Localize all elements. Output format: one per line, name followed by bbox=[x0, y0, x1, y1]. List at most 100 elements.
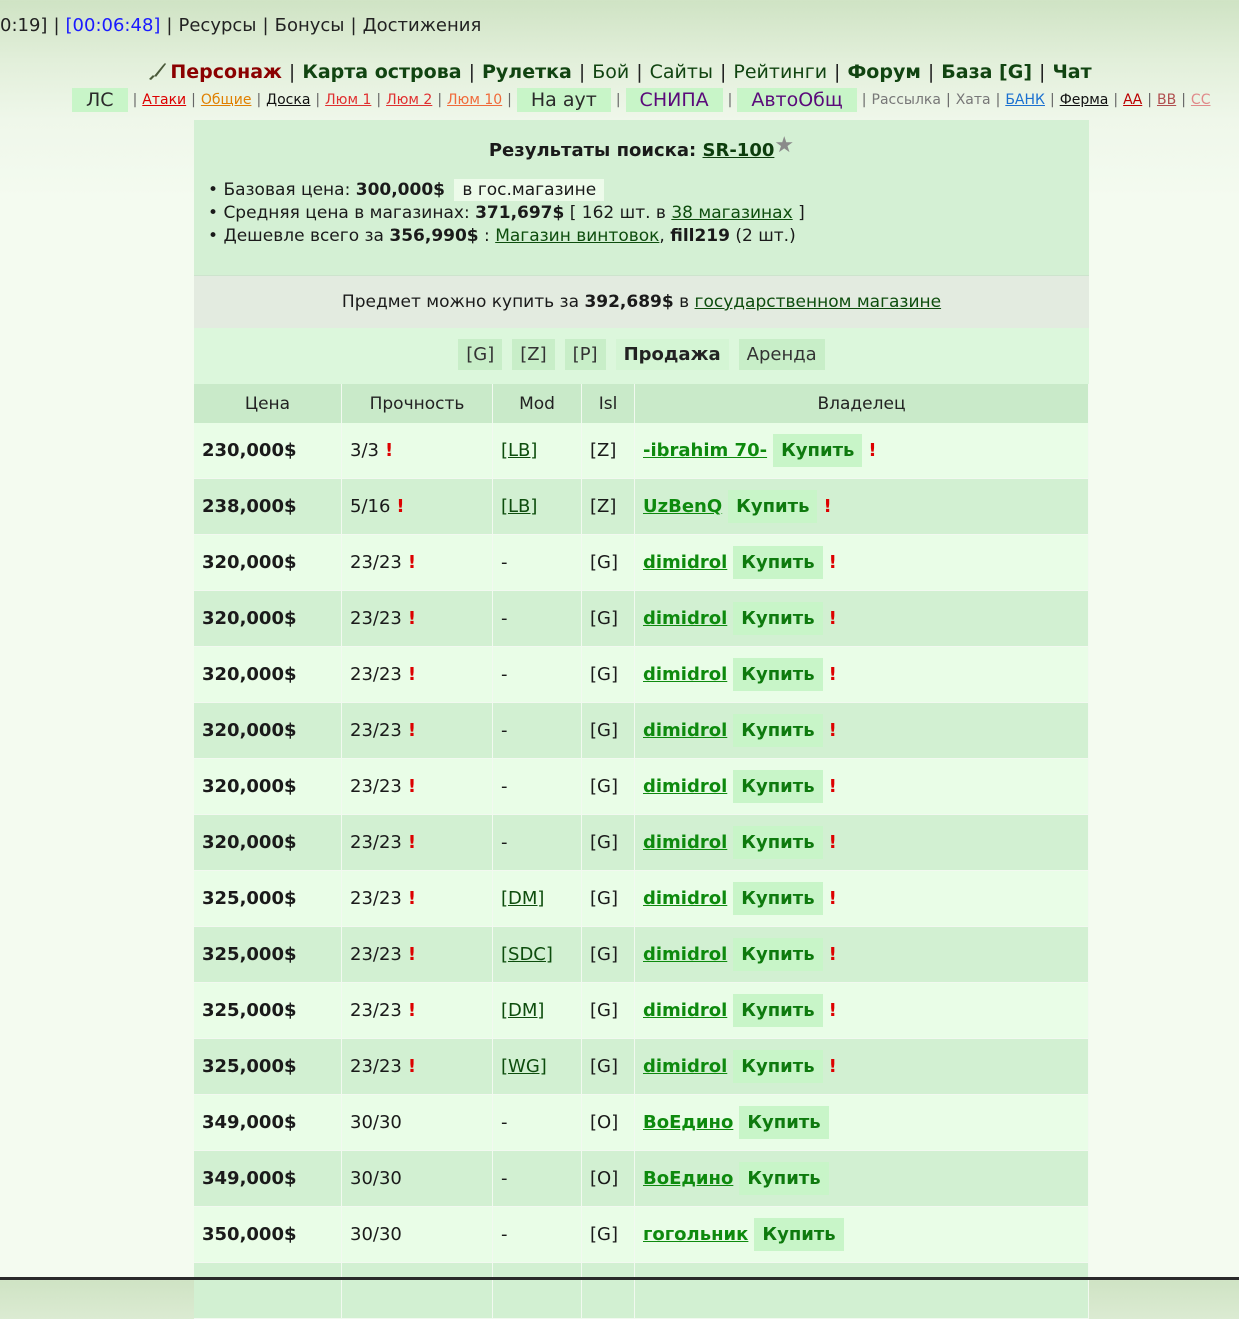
buy-button[interactable]: Купить bbox=[733, 994, 823, 1027]
owner-link[interactable]: dimidrol bbox=[643, 776, 727, 797]
nav-cc[interactable]: СС bbox=[1191, 92, 1211, 108]
nav-island-map[interactable]: Карта острова bbox=[302, 61, 461, 83]
owner-link[interactable]: ВоЕдино bbox=[643, 1112, 733, 1133]
mod-link[interactable]: [SDC] bbox=[501, 944, 553, 965]
price-cell: 320,000$ bbox=[194, 814, 342, 871]
nav-mailing[interactable]: Рассылка bbox=[872, 92, 941, 108]
owner-link[interactable]: гогольник bbox=[643, 1224, 748, 1245]
shops-link[interactable]: 38 магазинах bbox=[671, 203, 792, 223]
mod-link[interactable]: [LB] bbox=[501, 440, 537, 461]
owner-cell: dimidrol Купить! bbox=[634, 534, 1089, 591]
owner-link[interactable]: dimidrol bbox=[643, 1000, 727, 1021]
nav-battle[interactable]: Бой bbox=[592, 61, 629, 83]
buy-button[interactable]: Купить bbox=[733, 770, 823, 803]
nav-forum[interactable]: Форум bbox=[847, 61, 920, 83]
owner-cell: гогольник Купить bbox=[634, 1206, 1089, 1263]
item-link[interactable]: SR-100 bbox=[703, 140, 775, 161]
alert-icon: ! bbox=[868, 440, 877, 461]
buy-button[interactable]: Купить bbox=[733, 714, 823, 747]
buy-button[interactable]: Купить bbox=[754, 1218, 844, 1251]
mod-link[interactable]: [DM] bbox=[501, 1000, 544, 1021]
tab-sale[interactable]: Продажа bbox=[615, 339, 729, 370]
link-bonuses[interactable]: Бонусы bbox=[275, 15, 345, 36]
mod-link[interactable]: [DM] bbox=[501, 888, 544, 909]
alert-icon: ! bbox=[828, 664, 837, 685]
buy-button[interactable]: Купить bbox=[773, 434, 863, 467]
tab-z[interactable]: [Z] bbox=[512, 339, 555, 370]
buy-button[interactable]: Купить bbox=[739, 1106, 829, 1139]
nav-character[interactable]: Персонаж bbox=[170, 61, 282, 83]
nav-ls[interactable]: ЛС bbox=[72, 88, 128, 112]
buy-button[interactable]: Купить bbox=[733, 602, 823, 635]
warning-icon: ! bbox=[407, 608, 417, 629]
tab-rent[interactable]: Аренда bbox=[738, 339, 825, 370]
nav-autoob[interactable]: АвтоОбщ bbox=[737, 88, 857, 112]
gov-shop-chip[interactable]: в гос.магазине bbox=[454, 179, 605, 201]
link-achievements[interactable]: Достижения bbox=[363, 15, 482, 36]
buy-button[interactable]: Купить bbox=[733, 546, 823, 579]
nav-bank[interactable]: БАНК bbox=[1005, 92, 1045, 108]
mod-link[interactable]: [LB] bbox=[501, 496, 537, 517]
nav-general[interactable]: Общие bbox=[201, 92, 252, 108]
mod-link[interactable]: [WG] bbox=[501, 1056, 547, 1077]
nav-board[interactable]: Доска bbox=[266, 92, 310, 108]
price-cell: 349,000$ bbox=[194, 1150, 342, 1207]
owner-link[interactable]: dimidrol bbox=[643, 608, 727, 629]
owner-link[interactable]: dimidrol bbox=[643, 888, 727, 909]
tab-p[interactable]: [P] bbox=[564, 339, 606, 370]
cheapest-shop-link[interactable]: Магазин винтовок bbox=[495, 226, 659, 246]
gov-shop-link[interactable]: государственном магазине bbox=[695, 292, 942, 312]
mod-cell: - bbox=[492, 534, 582, 591]
isl-cell: [G] bbox=[581, 534, 635, 591]
owner-cell bbox=[634, 1262, 1089, 1319]
durability-value: 3/3 bbox=[350, 440, 379, 461]
favorite-star-icon[interactable]: ★ bbox=[774, 133, 794, 158]
price-cell: 320,000$ bbox=[194, 534, 342, 591]
table-row: 325,000$ 23/23! [WG] [G] dimidrol Купить! bbox=[194, 1038, 1089, 1095]
rifle-icon bbox=[149, 63, 167, 80]
table-row: 320,000$ 23/23! - [G] dimidrol Купить! bbox=[194, 534, 1089, 591]
buy-button[interactable]: Купить bbox=[733, 826, 823, 859]
nav-base[interactable]: База [G] bbox=[941, 61, 1032, 83]
nav-chat[interactable]: Чат bbox=[1052, 61, 1091, 83]
main-navigation: Персонаж | Карта острова | Рулетка | Бой | Сайты… bbox=[0, 61, 1239, 83]
nav-lum1[interactable]: Люм 1 bbox=[325, 92, 371, 108]
owner-link[interactable]: dimidrol bbox=[643, 664, 727, 685]
nav-snipa[interactable]: СНИПА bbox=[625, 88, 723, 112]
nav-roulette[interactable]: Рулетка bbox=[482, 61, 572, 83]
buy-button[interactable]: Купить bbox=[733, 658, 823, 691]
nav-lum2[interactable]: Люм 2 bbox=[386, 92, 432, 108]
owner-link[interactable]: dimidrol bbox=[643, 1056, 727, 1077]
nav-sites[interactable]: Сайты bbox=[650, 61, 713, 83]
owner-link[interactable]: dimidrol bbox=[643, 552, 727, 573]
buy-button[interactable]: Купить bbox=[739, 1162, 829, 1195]
mod-cell: - bbox=[492, 814, 582, 871]
owner-link[interactable]: UzBenQ bbox=[643, 496, 722, 517]
nav-aa[interactable]: АА bbox=[1123, 92, 1142, 108]
mod-cell: - bbox=[492, 1094, 582, 1151]
owner-link[interactable]: dimidrol bbox=[643, 832, 727, 853]
warning-icon: ! bbox=[407, 720, 417, 741]
buy-button[interactable]: Купить bbox=[733, 882, 823, 915]
table-row: 349,000$ 30/30 - [O] ВоЕдино Купить bbox=[194, 1150, 1089, 1207]
owner-link[interactable]: -ibrahim 70- bbox=[643, 440, 767, 461]
buy-button[interactable]: Купить bbox=[733, 938, 823, 971]
filter-tabs: [G] [Z] [P] Продажа Аренда bbox=[194, 328, 1089, 384]
nav-hata[interactable]: Хата bbox=[956, 92, 991, 108]
owner-link[interactable]: ВоЕдино bbox=[643, 1168, 733, 1189]
owner-link[interactable]: dimidrol bbox=[643, 720, 727, 741]
nav-lum10[interactable]: Люм 10 bbox=[447, 92, 502, 108]
warning-icon: ! bbox=[407, 944, 417, 965]
nav-bb[interactable]: ВВ bbox=[1157, 92, 1176, 108]
link-resources[interactable]: Ресурсы bbox=[179, 15, 257, 36]
nav-farm[interactable]: Ферма bbox=[1060, 92, 1109, 108]
buy-button[interactable]: Купить bbox=[733, 1050, 823, 1083]
owner-link[interactable]: dimidrol bbox=[643, 944, 727, 965]
nav-naout[interactable]: На аут bbox=[516, 88, 611, 112]
nav-ratings[interactable]: Рейтинги bbox=[733, 61, 827, 83]
tab-g[interactable]: [G] bbox=[458, 339, 503, 370]
buy-button[interactable]: Купить bbox=[728, 490, 818, 523]
table-header: Цена Прочность Mod Isl Владелец bbox=[194, 384, 1089, 423]
alert-icon: ! bbox=[823, 496, 832, 517]
nav-attacks[interactable]: Атаки bbox=[142, 92, 186, 108]
